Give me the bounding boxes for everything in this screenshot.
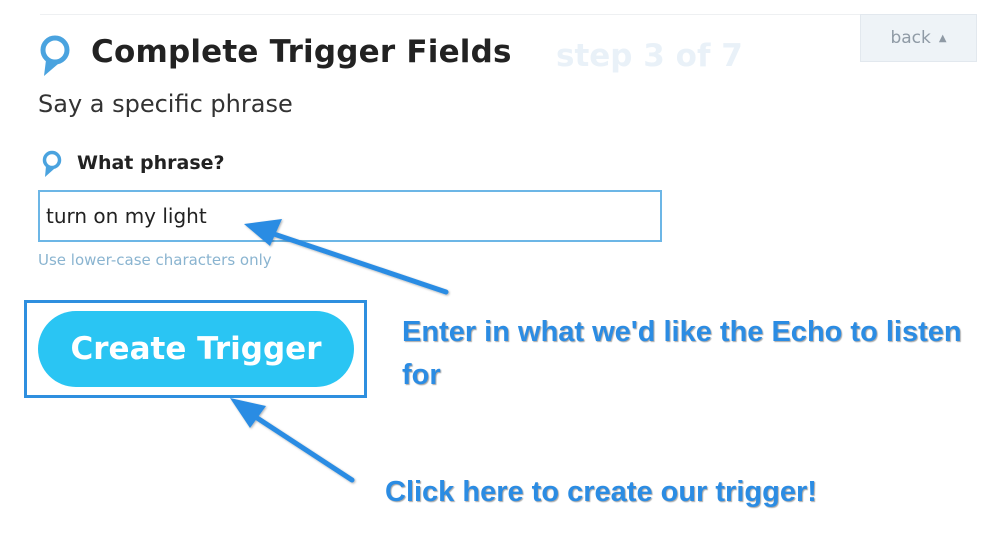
phrase-input[interactable] — [38, 190, 662, 242]
back-label: back — [890, 28, 931, 48]
caret-up-icon: ▲ — [938, 32, 947, 44]
alexa-ring-icon — [42, 150, 62, 177]
create-trigger-button[interactable]: Create Trigger — [38, 311, 354, 387]
helper-text: Use lower-case characters only — [38, 251, 272, 269]
page-title: Complete Trigger Fields — [91, 34, 512, 70]
step-indicator: step 3 of 7 — [556, 38, 743, 74]
phrase-field-label: What phrase? — [77, 152, 225, 174]
top-divider — [40, 14, 975, 15]
arrow-icon — [230, 398, 355, 483]
back-button[interactable]: back ▲ — [860, 14, 977, 62]
alexa-ring-icon — [40, 35, 70, 76]
annotation-button-note: Click here to create our trigger! — [385, 476, 817, 508]
trigger-subtitle: Say a specific phrase — [38, 90, 293, 118]
annotation-input-note: Enter in what we'd like the Echo to list… — [402, 316, 962, 391]
